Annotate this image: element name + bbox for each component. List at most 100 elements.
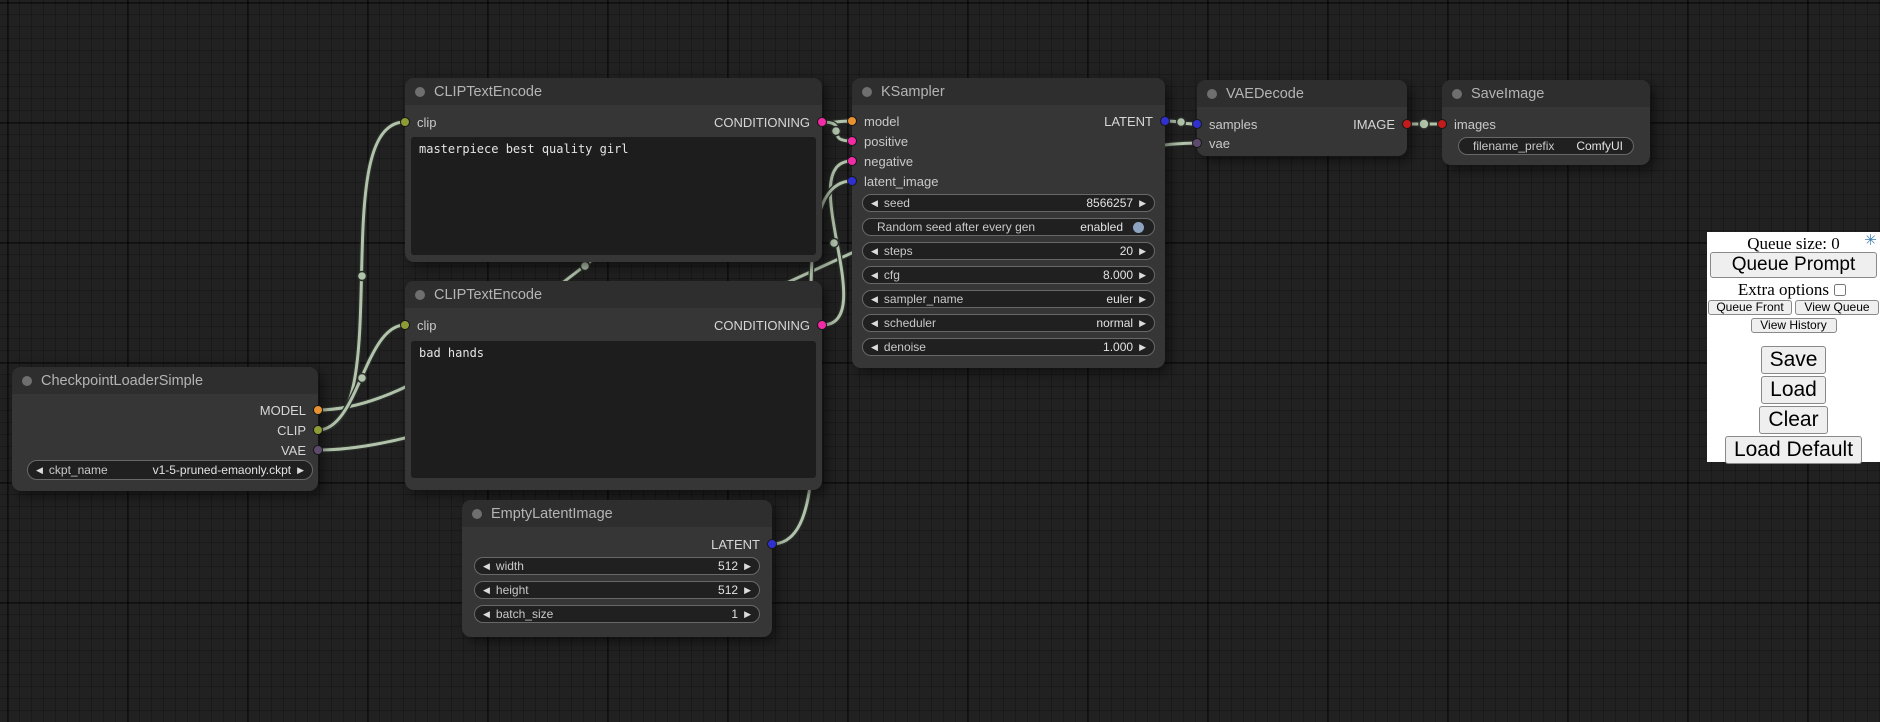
filename-prefix-widget[interactable]: filename_prefix ComfyUI — [1458, 137, 1634, 155]
decrement-arrow-icon[interactable]: ◀ — [871, 266, 878, 284]
input-slot-images[interactable]: images — [1437, 114, 1496, 134]
model-slot-dot[interactable] — [847, 116, 857, 126]
input-slot-clip[interactable]: clip — [400, 112, 437, 132]
decrement-arrow-icon[interactable]: ◀ — [483, 581, 490, 599]
node-status-dot — [1207, 89, 1217, 99]
node-clip-text-encode-positive[interactable]: CLIPTextEncode clip CONDITIONING masterp… — [405, 78, 822, 262]
decrement-arrow-icon[interactable]: ◀ — [483, 557, 490, 575]
ckpt-name-widget[interactable]: ◀ ckpt_name v1-5-pruned-emaonly.ckpt ▶ — [27, 460, 313, 480]
extra-options-checkbox[interactable] — [1834, 284, 1846, 296]
height-widget[interactable]: ◀ height 512 ▶ — [474, 581, 760, 599]
vae-slot-dot[interactable] — [313, 445, 323, 455]
node-empty-latent-image[interactable]: EmptyLatentImage LATENT ◀ width 512 ▶ ◀ … — [462, 500, 772, 637]
output-slot-conditioning[interactable]: CONDITIONING — [714, 315, 827, 335]
latent-slot-dot[interactable] — [847, 176, 857, 186]
denoise-widget[interactable]: ◀ denoise 1.000 ▶ — [862, 338, 1155, 356]
increment-arrow-icon[interactable]: ▶ — [1139, 194, 1146, 212]
latent-slot-dot[interactable] — [1192, 119, 1202, 129]
output-slot-latent[interactable]: LATENT — [1104, 111, 1170, 131]
negative-prompt-textarea[interactable]: bad hands — [411, 341, 816, 478]
node-title-bar[interactable]: CLIPTextEncode — [405, 281, 822, 308]
decrement-arrow-icon[interactable]: ◀ — [483, 605, 490, 623]
output-label: MODEL — [260, 403, 306, 418]
input-slot-samples[interactable]: samples — [1192, 114, 1257, 134]
clear-button[interactable]: Clear — [1759, 406, 1827, 434]
widget-value: ComfyUI — [1576, 139, 1623, 153]
decrement-arrow-icon[interactable]: ◀ — [871, 194, 878, 212]
node-title-bar[interactable]: KSampler — [852, 78, 1165, 105]
increment-arrow-icon[interactable]: ▶ — [1139, 290, 1146, 308]
sampler-name-widget[interactable]: ◀ sampler_name euler ▶ — [862, 290, 1155, 308]
conditioning-slot-dot[interactable] — [817, 117, 827, 127]
decrement-arrow-icon[interactable]: ◀ — [871, 314, 878, 332]
node-checkpoint-loader-simple[interactable]: CheckpointLoaderSimple MODEL CLIP VAE ◀ … — [12, 367, 318, 491]
increment-arrow-icon[interactable]: ▶ — [1139, 266, 1146, 284]
view-queue-button[interactable]: View Queue — [1795, 300, 1879, 315]
node-ksampler[interactable]: KSampler model positive negative latent_… — [852, 78, 1165, 368]
node-title-bar[interactable]: SaveImage — [1442, 80, 1650, 107]
queue-prompt-button[interactable]: Queue Prompt — [1710, 252, 1877, 278]
conditioning-slot-dot[interactable] — [847, 136, 857, 146]
width-widget[interactable]: ◀ width 512 ▶ — [474, 557, 760, 575]
cfg-widget[interactable]: ◀ cfg 8.000 ▶ — [862, 266, 1155, 284]
node-title: CLIPTextEncode — [434, 84, 542, 100]
batch-size-widget[interactable]: ◀ batch_size 1 ▶ — [474, 605, 760, 623]
node-title-bar[interactable]: EmptyLatentImage — [462, 500, 772, 527]
output-slot-latent[interactable]: LATENT — [711, 534, 777, 554]
output-slot-clip[interactable]: CLIP — [277, 420, 323, 440]
increment-arrow-icon[interactable]: ▶ — [1139, 314, 1146, 332]
decrement-arrow-icon[interactable]: ◀ — [36, 461, 43, 479]
latent-slot-dot[interactable] — [767, 539, 777, 549]
output-slot-vae[interactable]: VAE — [281, 440, 323, 460]
decrement-arrow-icon[interactable]: ◀ — [871, 338, 878, 356]
increment-arrow-icon[interactable]: ▶ — [297, 461, 304, 479]
toggle-enabled-icon[interactable] — [1133, 222, 1144, 233]
output-slot-conditioning[interactable]: CONDITIONING — [714, 112, 827, 132]
increment-arrow-icon[interactable]: ▶ — [744, 557, 751, 575]
input-slot-positive[interactable]: positive — [847, 131, 908, 151]
view-history-button[interactable]: View History — [1751, 318, 1837, 333]
model-slot-dot[interactable] — [313, 405, 323, 415]
increment-arrow-icon[interactable]: ▶ — [744, 581, 751, 599]
random-seed-toggle-widget[interactable]: Random seed after every gen enabled — [862, 218, 1155, 236]
clip-slot-dot[interactable] — [400, 320, 410, 330]
vae-slot-dot[interactable] — [1192, 138, 1202, 148]
queue-front-button[interactable]: Queue Front — [1708, 300, 1792, 315]
seed-widget[interactable]: ◀ seed 8566257 ▶ — [862, 194, 1155, 212]
node-clip-text-encode-negative[interactable]: CLIPTextEncode clip CONDITIONING bad han… — [405, 281, 822, 490]
output-slot-model[interactable]: MODEL — [260, 400, 323, 420]
output-slot-image[interactable]: IMAGE — [1353, 114, 1412, 134]
decrement-arrow-icon[interactable]: ◀ — [871, 242, 878, 260]
node-title: CLIPTextEncode — [434, 287, 542, 303]
save-button[interactable]: Save — [1761, 346, 1827, 374]
input-slot-model[interactable]: model — [847, 111, 899, 131]
node-title-bar[interactable]: CLIPTextEncode — [405, 78, 822, 105]
node-graph-canvas[interactable]: CheckpointLoaderSimple MODEL CLIP VAE ◀ … — [0, 0, 1880, 722]
input-slot-negative[interactable]: negative — [847, 151, 913, 171]
node-title-bar[interactable]: VAEDecode — [1197, 80, 1407, 107]
latent-slot-dot[interactable] — [1160, 116, 1170, 126]
node-save-image[interactable]: SaveImage images filename_prefix ComfyUI — [1442, 80, 1650, 165]
scheduler-widget[interactable]: ◀ scheduler normal ▶ — [862, 314, 1155, 332]
input-slot-clip[interactable]: clip — [400, 315, 437, 335]
node-vae-decode[interactable]: VAEDecode samples vae IMAGE — [1197, 80, 1407, 156]
image-slot-dot[interactable] — [1437, 119, 1447, 129]
positive-prompt-textarea[interactable]: masterpiece best quality girl — [411, 137, 816, 255]
input-slot-latent-image[interactable]: latent_image — [847, 171, 938, 191]
increment-arrow-icon[interactable]: ▶ — [744, 605, 751, 623]
node-title-bar[interactable]: CheckpointLoaderSimple — [12, 367, 318, 394]
increment-arrow-icon[interactable]: ▶ — [1139, 242, 1146, 260]
input-slot-vae[interactable]: vae — [1192, 133, 1230, 153]
image-slot-dot[interactable] — [1402, 119, 1412, 129]
steps-widget[interactable]: ◀ steps 20 ▶ — [862, 242, 1155, 260]
settings-gear-icon[interactable]: ✳ — [1864, 234, 1877, 249]
decrement-arrow-icon[interactable]: ◀ — [871, 290, 878, 308]
conditioning-slot-dot[interactable] — [847, 156, 857, 166]
load-button[interactable]: Load — [1761, 376, 1826, 404]
input-label: clip — [417, 115, 437, 130]
conditioning-slot-dot[interactable] — [817, 320, 827, 330]
clip-slot-dot[interactable] — [400, 117, 410, 127]
increment-arrow-icon[interactable]: ▶ — [1139, 338, 1146, 356]
load-default-button[interactable]: Load Default — [1725, 436, 1862, 464]
clip-slot-dot[interactable] — [313, 425, 323, 435]
